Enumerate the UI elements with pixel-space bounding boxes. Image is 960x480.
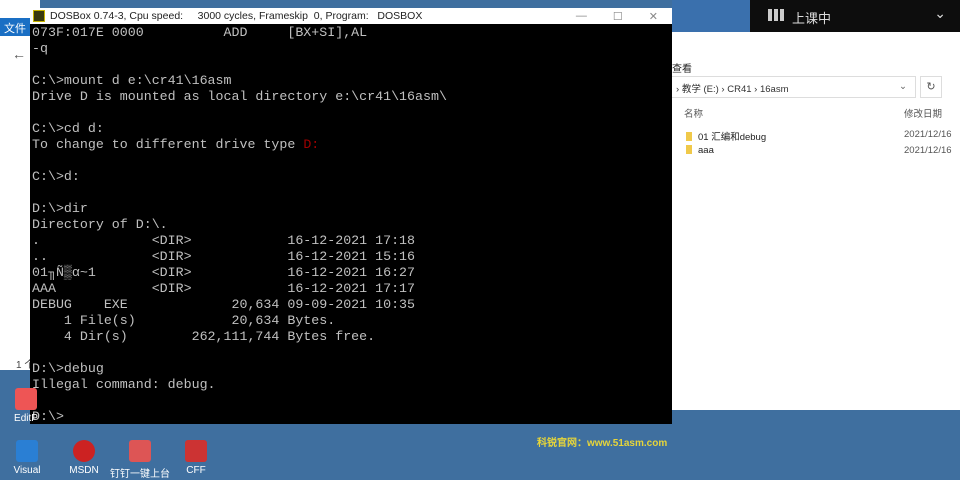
terminal-line: AAA <DIR> 16-12-2021 17:17	[32, 281, 416, 296]
terminal-output[interactable]: 073F:017E 0000 ADD [BX+SI],AL -q C:\>moun…	[32, 25, 447, 425]
file-row[interactable]: 01 汇编和debug	[686, 129, 766, 143]
terminal-line: Directory of D:\.	[32, 217, 168, 232]
desktop-icon-editplus[interactable]: EditP	[0, 388, 52, 424]
watermark: 科锐官网：www.51asm.com	[537, 438, 668, 449]
minimize-icon[interactable]: —	[576, 10, 587, 23]
desktop-icon-dingtalk[interactable]: 钉钉一键上台	[110, 440, 170, 480]
terminal-line: D:\>	[32, 409, 64, 424]
terminal-line: D:\>debug	[32, 361, 104, 376]
file-date: 2021/12/16	[904, 145, 952, 156]
msdn-icon	[73, 440, 95, 462]
maximize-icon[interactable]: ☐	[613, 10, 623, 23]
class-status-label: 上课中	[792, 11, 832, 26]
cff-icon	[185, 440, 207, 462]
terminal-line: Illegal command: debug.	[32, 377, 216, 392]
terminal-line: To change to different drive type D:	[32, 137, 320, 152]
terminal-line: C:\>mount d e:\cr41\16asm	[32, 73, 232, 88]
close-icon[interactable]: ✕	[649, 10, 658, 23]
breadcrumb-drive[interactable]: 教学 (E:)	[682, 84, 719, 95]
terminal-line: . <DIR> 16-12-2021 17:18	[32, 233, 416, 248]
dosbox-titlebar[interactable]: DOSBox 0.74-3, Cpu speed: 3000 cycles, F…	[30, 8, 672, 24]
desktop-icon-msdn[interactable]: MSDN	[58, 440, 110, 476]
column-header-date[interactable]: 修改日期	[904, 106, 942, 120]
desktop-icon-visual[interactable]: Visual	[1, 440, 53, 476]
terminal-line: C:\>cd d:	[32, 121, 104, 136]
desktop-strip	[672, 0, 750, 32]
file-explorer-window: 查看 › 教学 (E:) › CR41 › 16asm ⌄ ↻ 名称 修改日期 …	[672, 32, 960, 410]
signal-bars-icon	[768, 9, 784, 21]
column-header-name[interactable]: 名称	[684, 106, 703, 120]
terminal-line: 4 Dir(s) 262,111,744 Bytes free.	[32, 329, 376, 344]
folder-icon	[686, 145, 692, 154]
window-title: DOSBox 0.74-3, Cpu speed: 3000 cycles, F…	[50, 10, 423, 22]
back-arrow-icon[interactable]: ←	[12, 46, 26, 62]
desktop-icon-cff[interactable]: CFF	[170, 440, 222, 476]
terminal-line: C:\>d:	[32, 169, 80, 184]
file-date: 2021/12/16	[904, 129, 952, 140]
editplus-icon	[15, 388, 37, 410]
chevron-down-icon[interactable]: ⌄	[934, 5, 946, 22]
dosbox-logo-icon	[33, 10, 45, 22]
terminal-line: Drive D is mounted as local directory e:…	[32, 89, 447, 104]
breadcrumb-16asm[interactable]: 16asm	[760, 84, 789, 95]
refresh-button[interactable]: ↻	[920, 76, 942, 98]
terminal-line: .. <DIR> 16-12-2021 15:16	[32, 249, 416, 264]
class-status-bar: 上课中 ⌄	[750, 0, 960, 32]
file-row[interactable]: aaa	[686, 145, 714, 156]
vscode-icon	[16, 440, 38, 462]
terminal-line: -q	[32, 41, 48, 56]
terminal-line: DEBUG EXE 20,634 09-09-2021 10:35	[32, 297, 416, 312]
dingtalk-icon	[129, 440, 151, 462]
terminal-line: D:\>dir	[32, 201, 88, 216]
ribbon-view-tab[interactable]: 查看	[672, 60, 692, 75]
terminal-line: 073F:017E 0000 ADD [BX+SI],AL	[32, 25, 368, 40]
terminal-line: 1 File(s) 20,634 Bytes.	[32, 313, 336, 328]
breadcrumb-cr41[interactable]: CR41	[727, 84, 751, 95]
dosbox-window[interactable]: DOSBox 0.74-3, Cpu speed: 3000 cycles, F…	[30, 8, 672, 424]
folder-icon	[686, 132, 692, 141]
drive-highlight: D:	[303, 137, 320, 152]
terminal-line: 01╖Ñ▒α~1 <DIR> 16-12-2021 16:27	[32, 265, 416, 280]
address-bar[interactable]: › 教学 (E:) › CR41 › 16asm ⌄	[672, 76, 916, 98]
chevron-down-icon[interactable]: ⌄	[899, 81, 907, 92]
